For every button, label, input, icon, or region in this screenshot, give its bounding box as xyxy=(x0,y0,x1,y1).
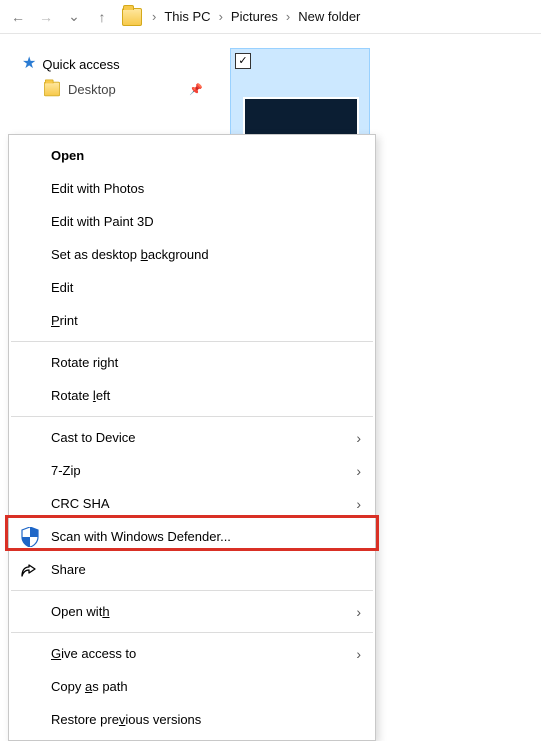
menu-label: Give access to xyxy=(51,646,136,661)
up-button[interactable]: ↑ xyxy=(90,5,114,29)
menu-restore-previous-versions[interactable]: Restore previous versions xyxy=(9,703,375,736)
sidebar-quick-access[interactable]: ★ Quick access xyxy=(20,52,205,76)
menu-copy-as-path[interactable]: Copy as path xyxy=(9,670,375,703)
menu-label: Open with xyxy=(51,604,110,619)
chevron-right-icon: › xyxy=(356,496,361,512)
forward-button[interactable]: → xyxy=(34,5,58,29)
chevron-right-icon: › xyxy=(356,646,361,662)
breadcrumb-pictures[interactable]: Pictures xyxy=(227,7,282,26)
menu-label: Edit with Photos xyxy=(51,181,144,196)
selection-checkbox[interactable]: ✓ xyxy=(235,53,251,69)
menu-print[interactable]: Print xyxy=(9,304,375,337)
menu-separator xyxy=(11,416,373,417)
folder-icon xyxy=(122,8,142,26)
menu-label: Rotate right xyxy=(51,355,118,370)
menu-share[interactable]: Share xyxy=(9,553,375,586)
context-menu: Open Edit with Photos Edit with Paint 3D… xyxy=(8,134,376,741)
address-bar[interactable]: ← → ⌄ ↑ › This PC › Pictures › New folde… xyxy=(0,0,541,34)
menu-give-access-to[interactable]: Give access to › xyxy=(9,637,375,670)
sidebar-item-label: Quick access xyxy=(42,57,119,72)
shield-icon xyxy=(19,526,41,548)
chevron-right-icon[interactable]: › xyxy=(284,9,292,24)
pin-icon: 📌 xyxy=(189,83,203,96)
menu-7zip[interactable]: 7-Zip › xyxy=(9,454,375,487)
back-button[interactable]: ← xyxy=(6,5,30,29)
menu-label: Open xyxy=(51,148,84,163)
menu-set-desktop-background[interactable]: Set as desktop background xyxy=(9,238,375,271)
sidebar-item-label: Desktop xyxy=(68,82,116,97)
menu-open[interactable]: Open xyxy=(9,139,375,172)
menu-label: Restore previous versions xyxy=(51,712,201,727)
folder-icon xyxy=(44,82,60,96)
menu-rotate-left[interactable]: Rotate left xyxy=(9,379,375,412)
chevron-right-icon: › xyxy=(356,604,361,620)
chevron-right-icon[interactable]: › xyxy=(150,9,158,24)
menu-rotate-right[interactable]: Rotate right xyxy=(9,346,375,379)
menu-label: CRC SHA xyxy=(51,496,110,511)
menu-label: Copy as path xyxy=(51,679,128,694)
breadcrumb-new-folder[interactable]: New folder xyxy=(294,7,364,26)
star-icon: ★ xyxy=(22,56,36,72)
breadcrumb[interactable]: › This PC › Pictures › New folder xyxy=(150,7,364,26)
recent-locations-dropdown[interactable]: ⌄ xyxy=(62,5,86,29)
navigation-pane: ★ Quick access Desktop 📌 xyxy=(0,34,215,102)
menu-crc-sha[interactable]: CRC SHA › xyxy=(9,487,375,520)
menu-label: Edit with Paint 3D xyxy=(51,214,154,229)
menu-label: Rotate left xyxy=(51,388,110,403)
share-icon xyxy=(19,559,41,581)
menu-scan-defender[interactable]: Scan with Windows Defender... xyxy=(9,520,375,553)
menu-separator xyxy=(11,341,373,342)
chevron-right-icon[interactable]: › xyxy=(217,9,225,24)
breadcrumb-this-pc[interactable]: This PC xyxy=(160,7,214,26)
menu-label: Cast to Device xyxy=(51,430,136,445)
menu-cast-to-device[interactable]: Cast to Device › xyxy=(9,421,375,454)
chevron-right-icon: › xyxy=(356,463,361,479)
menu-separator xyxy=(11,590,373,591)
menu-label: Scan with Windows Defender... xyxy=(51,529,231,544)
menu-edit-with-photos[interactable]: Edit with Photos xyxy=(9,172,375,205)
menu-label: Print xyxy=(51,313,78,328)
menu-label: Set as desktop background xyxy=(51,247,209,262)
menu-edit[interactable]: Edit xyxy=(9,271,375,304)
menu-label: 7-Zip xyxy=(51,463,81,478)
menu-edit-with-paint-3d[interactable]: Edit with Paint 3D xyxy=(9,205,375,238)
menu-label: Share xyxy=(51,562,86,577)
menu-open-with[interactable]: Open with › xyxy=(9,595,375,628)
sidebar-desktop[interactable]: Desktop 📌 xyxy=(20,76,205,102)
chevron-right-icon: › xyxy=(356,430,361,446)
menu-separator xyxy=(11,632,373,633)
menu-label: Edit xyxy=(51,280,73,295)
